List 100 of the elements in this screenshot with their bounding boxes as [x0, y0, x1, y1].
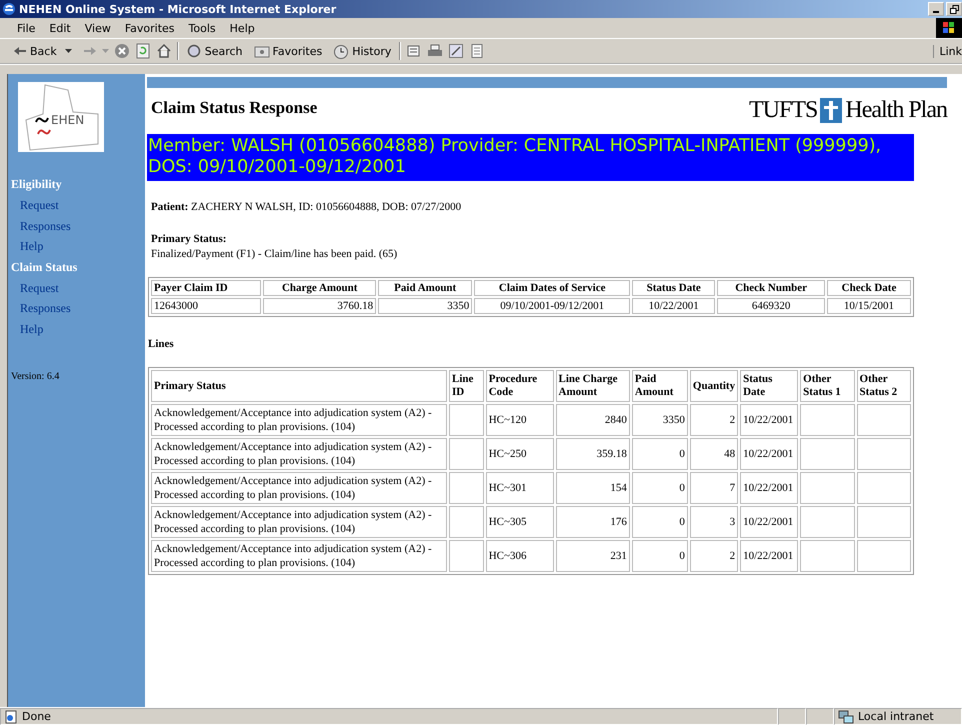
table-cell: 10/22/2001 [632, 298, 716, 314]
table-cell: 48 [690, 438, 738, 470]
column-header: Claim Dates of Service [474, 280, 630, 296]
table-cell [449, 404, 484, 436]
column-header: Paid Amount [632, 370, 688, 402]
column-header: Procedure Code [486, 370, 554, 402]
zone-label: Local intranet [858, 710, 934, 723]
table-cell: 0 [632, 506, 688, 538]
column-header: Charge Amount [263, 280, 376, 296]
search-icon [186, 44, 202, 58]
table-cell: 154 [556, 472, 630, 504]
table-cell [449, 540, 484, 572]
column-header: Status Date [632, 280, 716, 296]
column-header: Line Charge Amount [556, 370, 630, 402]
version-label: Version: 6.4 [11, 371, 60, 382]
table-cell [800, 404, 855, 436]
brand-name: TUFTS [749, 97, 818, 124]
table-cell: 0 [632, 472, 688, 504]
table-cell: 7 [690, 472, 738, 504]
table-cell: HC~301 [486, 472, 554, 504]
windows-logo-icon [936, 18, 962, 38]
member-banner: Member: WALSH (01056604888) Provider: CENTRAL HOSPITAL-INPATIENT (999999), DOS: 09/10/2001-09/12/2001 [147, 134, 914, 181]
menu-item[interactable]: Help [222, 22, 262, 34]
menu-item[interactable]: Tools [182, 22, 223, 34]
cross-logo-icon [820, 98, 842, 123]
table-cell: Acknowledgement/Acceptance into adjudication system (A2) - Processed according to plan provisions. (104) [151, 540, 447, 572]
table-cell: 0 [632, 540, 688, 572]
column-header: Check Number [717, 280, 825, 296]
edit-icon[interactable] [448, 43, 464, 59]
status-text: Done [22, 710, 51, 723]
home-icon[interactable] [156, 43, 172, 59]
table-cell: 10/15/2001 [826, 298, 911, 314]
refresh-icon[interactable] [134, 43, 151, 59]
table-cell: Acknowledgement/Acceptance into adjudication system (A2) - Processed according to plan provisions. (104) [151, 472, 447, 504]
column-header: Payer Claim ID [151, 280, 262, 296]
page-heading: Claim Status Response [151, 98, 318, 118]
sidebar-link[interactable]: Request [20, 195, 145, 216]
table-cell: 3350 [632, 404, 688, 436]
section-heading: Lines [148, 338, 175, 350]
network-icon [838, 710, 854, 724]
table-cell: 2 [690, 404, 738, 436]
column-header: Check Date [826, 280, 911, 296]
table-cell: 2840 [556, 404, 630, 436]
table-cell: 0 [632, 438, 688, 470]
links-label[interactable]: Link [933, 44, 962, 58]
table-cell: 10/22/2001 [740, 438, 798, 470]
table-cell [856, 472, 911, 504]
table-cell: 3 [690, 506, 738, 538]
back-arrow-icon [13, 46, 27, 56]
printer-icon[interactable] [427, 43, 444, 59]
search-button[interactable]: Search [184, 44, 246, 58]
mail-icon[interactable] [406, 43, 422, 59]
sidebar-link[interactable]: Help [20, 236, 145, 256]
menu-item[interactable]: File [10, 22, 42, 34]
table-cell [800, 472, 855, 504]
table-cell: 3350 [378, 298, 472, 314]
table-cell: 359.18 [556, 438, 630, 470]
column-header: Primary Status [151, 370, 447, 402]
column-header: Other Status 2 [856, 370, 911, 402]
window-title: NEHEN Online System - Microsoft Internet Explorer [19, 2, 336, 16]
table-cell: 2 [690, 540, 738, 572]
table-cell: Acknowledgement/Acceptance into adjudication system (A2) - Processed according to plan provisions. (104) [151, 438, 447, 470]
table-cell [800, 506, 855, 538]
menu-item[interactable]: Favorites [118, 22, 182, 34]
back-button[interactable]: Back [10, 44, 60, 58]
primary-status-label: Primary Status: [151, 233, 228, 245]
table-cell [449, 506, 484, 538]
table-cell [449, 472, 484, 504]
sidebar-link[interactable]: Request [20, 278, 145, 298]
column-header: Paid Amount [378, 280, 472, 296]
brand-name: Health Plan [845, 97, 947, 124]
minimize-button[interactable] [928, 2, 944, 16]
table-cell: Acknowledgement/Acceptance into adjudication system (A2) - Processed according to plan provisions. (104) [151, 404, 447, 436]
table-cell: 10/22/2001 [740, 404, 798, 436]
table-cell: 09/10/2001-09/12/2001 [474, 298, 630, 314]
document-icon[interactable] [469, 43, 486, 59]
history-button[interactable]: History [330, 44, 394, 58]
column-header: Status Date [740, 370, 798, 402]
restore-button[interactable] [946, 2, 962, 16]
table-cell [800, 540, 855, 572]
primary-status-text: Finalized/Payment (F1) - Claim/line has been paid. (65) [151, 248, 398, 260]
caret-icon[interactable] [64, 49, 72, 53]
table-cell [449, 438, 484, 470]
table-cell: HC~305 [486, 506, 554, 538]
table-cell: 10/22/2001 [740, 506, 798, 538]
sidebar-link[interactable]: Responses [20, 216, 145, 236]
menu-item[interactable]: Edit [42, 22, 78, 34]
table-cell: 231 [556, 540, 630, 572]
sidebar-link[interactable]: Help [20, 318, 145, 339]
sidebar-link[interactable]: Responses [20, 298, 145, 318]
stop-icon[interactable] [114, 43, 130, 59]
table-cell [856, 404, 911, 436]
table-cell [856, 438, 911, 470]
logo-drawing: EHEN [18, 82, 104, 152]
column-header: Line ID [449, 370, 484, 402]
menu-item[interactable]: View [78, 22, 118, 34]
table-cell: 3760.18 [263, 298, 376, 314]
favorites-button[interactable]: Favorites [250, 44, 326, 58]
table-cell: 176 [556, 506, 630, 538]
restore-icon [950, 4, 958, 14]
